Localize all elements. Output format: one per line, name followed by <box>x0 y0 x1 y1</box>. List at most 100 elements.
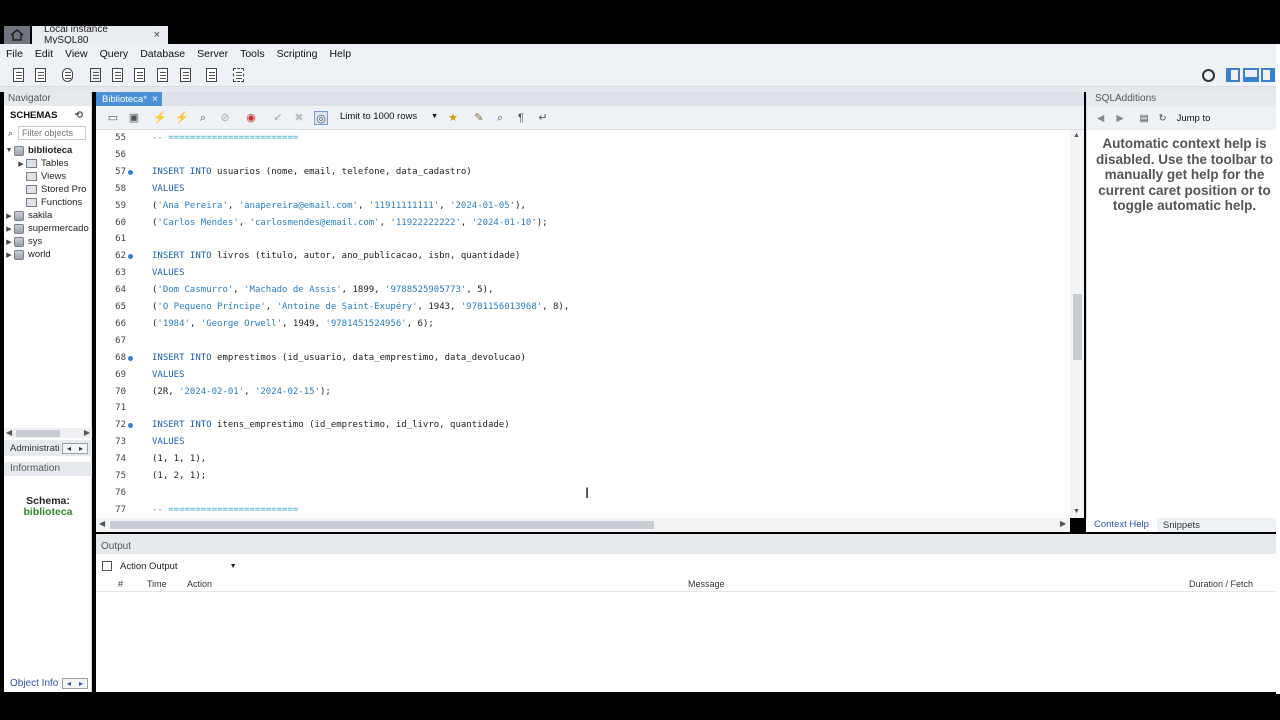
tab-biblioteca[interactable]: Biblioteca* × <box>96 92 162 106</box>
menu-help[interactable]: Help <box>329 48 351 60</box>
code-line[interactable]: 69 VALUES <box>96 367 1070 384</box>
object-info-tab[interactable]: Object Info ◂ ▸ <box>4 675 92 691</box>
column-header-time[interactable]: Time <box>147 579 167 589</box>
code-line[interactable]: 59 ('Ana Pereira', 'anapereira@email.com'… <box>96 198 1070 215</box>
toggle-stop-on-error-icon[interactable]: ◉ <box>244 111 258 125</box>
execute-icon[interactable]: ⚡ <box>153 111 167 125</box>
toggle-sidebar-icon[interactable] <box>1226 68 1240 82</box>
scroll-right-icon[interactable]: ▶ <box>84 428 90 437</box>
code-line[interactable]: 66 ('1984', 'George Orwell', 1949, '97814… <box>96 316 1070 333</box>
open-file-icon[interactable]: ▭ <box>106 111 120 125</box>
tab-context-help[interactable]: Context Help <box>1086 518 1157 532</box>
code-line[interactable]: 74 (1, 1, 1), <box>96 451 1070 468</box>
settings-icon[interactable] <box>1202 69 1215 82</box>
column-header-number[interactable]: # <box>118 579 123 589</box>
new-sql-tab-icon[interactable] <box>11 67 27 83</box>
search-table-data-icon[interactable] <box>204 67 220 83</box>
code-line[interactable]: 61 <box>96 231 1070 248</box>
scrollbar-thumb[interactable] <box>110 521 654 529</box>
tree-item-views[interactable]: Views <box>4 170 91 183</box>
scroll-left-icon[interactable]: ◀ <box>6 428 12 437</box>
code-line[interactable]: 67 <box>96 333 1070 350</box>
close-icon[interactable]: × <box>152 94 158 105</box>
tree-item-functions[interactable]: Functions <box>4 196 91 209</box>
column-header-action[interactable]: Action <box>187 579 212 589</box>
home-tab[interactable] <box>4 26 30 44</box>
code-line[interactable]: 57 INSERT INTO usuarios (nome, email, tel… <box>96 164 1070 181</box>
create-table-icon[interactable] <box>110 67 126 83</box>
execute-current-statement-icon[interactable]: ⚡ <box>175 111 189 125</box>
sql-editor[interactable]: 55 -- ======================== 56 57 INSERT … <box>96 130 1070 518</box>
menu-tools[interactable]: Tools <box>240 48 265 60</box>
schema-supermercado[interactable]: ▶ supermercado <box>4 222 91 235</box>
code-line[interactable]: 55 -- ======================== <box>96 130 1070 147</box>
column-header-duration-fetch[interactable]: Duration / Fetch <box>1189 579 1253 589</box>
stop-icon[interactable]: ⊘ <box>218 111 232 125</box>
jump-to-label[interactable]: Jump to <box>1177 113 1211 124</box>
scroll-right-icon[interactable]: ▶ <box>1060 519 1066 528</box>
autocommit-toggle-icon[interactable]: ◎ <box>314 111 328 125</box>
code-line[interactable]: 68 INSERT INTO emprestimos (id_usuario, d… <box>96 350 1070 367</box>
administration-tab[interactable]: Administrati ◂ ▸ <box>4 440 92 456</box>
rollback-icon[interactable]: ✖ <box>292 111 306 125</box>
scrollbar-thumb[interactable] <box>1073 294 1082 360</box>
navigator-horizontal-scrollbar[interactable]: ◀ ▶ <box>4 428 92 438</box>
editor-horizontal-scrollbar[interactable]: ◀ ▶ <box>96 518 1070 532</box>
open-sql-script-icon[interactable] <box>33 67 49 83</box>
code-line[interactable]: 77 -- ======================== <box>96 502 1070 518</box>
menu-file[interactable]: File <box>6 48 23 60</box>
invisible-characters-icon[interactable]: ¶ <box>514 111 528 125</box>
code-line[interactable]: 60 ('Carlos Mendes', 'carlosmendes@email.… <box>96 215 1070 232</box>
chevron-down-icon[interactable]: ▼ <box>230 563 237 570</box>
reconnect-icon[interactable] <box>231 67 247 83</box>
collapsed-arrow-icon[interactable]: ▶ <box>4 212 14 220</box>
forward-icon[interactable]: ▶ <box>1116 113 1123 124</box>
schema-biblioteca[interactable]: ▼ biblioteca <box>4 144 91 157</box>
beautify-icon[interactable]: ✎ <box>472 111 486 125</box>
commit-icon[interactable]: ✔ <box>271 111 285 125</box>
panel-switch-toggle[interactable]: ◂ ▸ <box>62 442 88 454</box>
copy-icon[interactable] <box>102 561 112 571</box>
connection-tab[interactable]: Local instance MySQL80 × <box>32 24 168 46</box>
code-line[interactable]: 75 (1, 2, 1); <box>96 468 1070 485</box>
column-header-message[interactable]: Message <box>688 579 725 589</box>
create-function-icon[interactable] <box>178 67 194 83</box>
code-line[interactable]: 71 <box>96 400 1070 417</box>
create-procedure-icon[interactable] <box>155 67 171 83</box>
scroll-left-icon[interactable]: ◀ <box>99 519 105 528</box>
code-line[interactable]: 62 INSERT INTO livros (titulo, autor, ano… <box>96 248 1070 265</box>
collapsed-arrow-icon[interactable]: ▶ <box>16 160 26 168</box>
menu-edit[interactable]: Edit <box>35 48 53 60</box>
back-icon[interactable]: ◀ <box>1097 113 1104 124</box>
menu-server[interactable]: Server <box>197 48 228 60</box>
auto-help-icon[interactable]: ↻ <box>1159 113 1167 124</box>
limit-rows-select[interactable]: Limit to 1000 rows ▼ <box>340 111 438 122</box>
tab-snippets[interactable]: Snippets <box>1157 520 1206 531</box>
refresh-icon[interactable]: ⟲ <box>75 110 83 121</box>
find-icon[interactable]: ⌕ <box>493 111 507 125</box>
add-snippet-icon[interactable]: ★ <box>446 111 460 125</box>
inspector-icon[interactable] <box>60 67 76 83</box>
schema-sys[interactable]: ▶ sys <box>4 235 91 248</box>
code-line[interactable]: 76 <box>96 485 1070 502</box>
expanded-arrow-icon[interactable]: ▼ <box>4 147 14 154</box>
code-line[interactable]: 63 VALUES <box>96 265 1070 282</box>
scrollbar-thumb[interactable] <box>16 430 60 437</box>
editor-vertical-scrollbar[interactable]: ▲ ▼ <box>1070 130 1084 518</box>
toggle-output-icon[interactable] <box>1243 68 1259 82</box>
close-icon[interactable]: × <box>154 29 160 41</box>
schema-world[interactable]: ▶ world <box>4 248 91 261</box>
tree-item-stored-procedures[interactable]: Stored Pro <box>4 183 91 196</box>
code-line[interactable]: 58 VALUES <box>96 181 1070 198</box>
create-view-icon[interactable] <box>132 67 148 83</box>
code-line[interactable]: 65 ('O Pequeno Príncipe', 'Antoine de Sai… <box>96 299 1070 316</box>
create-schema-icon[interactable] <box>88 67 104 83</box>
code-line[interactable]: 72 INSERT INTO itens_emprestimo (id_empre… <box>96 417 1070 434</box>
collapsed-arrow-icon[interactable]: ▶ <box>4 238 14 246</box>
save-icon[interactable]: ▣ <box>127 111 141 125</box>
explain-icon[interactable]: ⌕ <box>196 111 210 125</box>
code-line[interactable]: 73 VALUES <box>96 434 1070 451</box>
filter-objects-input[interactable] <box>18 126 86 140</box>
panel-switch-toggle[interactable]: ◂ ▸ <box>62 677 88 689</box>
menu-database[interactable]: Database <box>140 48 185 60</box>
